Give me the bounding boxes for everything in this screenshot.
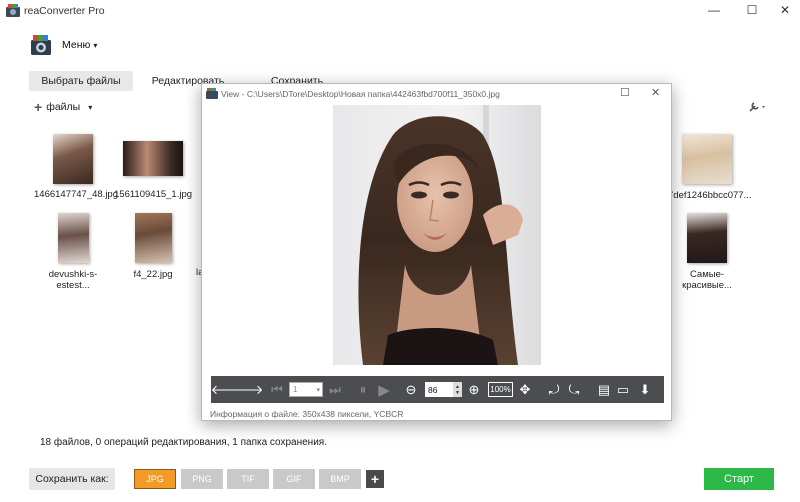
start-button[interactable]: Старт: [704, 468, 774, 490]
actual-size-button[interactable]: 100%: [488, 382, 513, 397]
format-tif-button[interactable]: TIF: [227, 469, 269, 489]
play-icon[interactable]: ▶: [377, 376, 391, 403]
viewer-close-icon[interactable]: ✕: [651, 86, 660, 99]
chevron-down-icon: ▾: [88, 102, 93, 112]
print-icon[interactable]: ▭: [616, 376, 630, 403]
thumbnail-image: [123, 141, 183, 176]
menu-chevron-down-icon: ▾: [93, 40, 98, 50]
maximize-button[interactable]: ☐: [735, 0, 769, 20]
viewer-title-bar: View - C:\Users\DTore\Desktop\Новая папк…: [202, 84, 671, 104]
viewer-toolbar: 🡐 🡒 ⏮ 1 ▾ ⏭ ⏸ ▶ ⊖ 86 ▲ ▼ ⊕ 100% ✥ ⤾ ⤿ ▤ ▭…: [211, 376, 664, 403]
thumbnail-label: 7def1246bbcc077...: [668, 190, 752, 201]
minimize-button[interactable]: —: [697, 0, 731, 20]
close-button[interactable]: ✕: [768, 0, 800, 20]
rotate-left-icon[interactable]: ⤾: [547, 376, 561, 403]
thumbnail-image: [134, 213, 172, 263]
thumbnail-image: [53, 134, 93, 184]
image-viewer-dialog: View - C:\Users\DTore\Desktop\Новая папк…: [201, 83, 672, 421]
minimize-icon: —: [708, 3, 720, 17]
thumbnail-item[interactable]: 1561109415_1.jpg: [114, 141, 192, 200]
thumbnail-label: Самые-красивые...: [682, 269, 732, 291]
page-select[interactable]: 1 ▾: [289, 382, 323, 397]
zoom-stepper[interactable]: ▲ ▼: [453, 382, 462, 397]
first-page-icon[interactable]: ⏮: [271, 376, 283, 403]
viewer-title: View - C:\Users\DTore\Desktop\Новая папк…: [221, 89, 500, 99]
status-text: 18 файлов, 0 операций редактирования, 1 …: [40, 437, 327, 448]
wrench-icon[interactable]: [748, 101, 768, 116]
tab-select-files[interactable]: Выбрать файлы: [29, 71, 133, 91]
thumbnail-item[interactable]: devushki-s-estest...: [34, 213, 112, 291]
add-format-button[interactable]: +: [366, 470, 384, 488]
viewer-image: [333, 105, 541, 365]
copy-icon[interactable]: ▤: [597, 376, 611, 403]
plus-icon: +: [34, 99, 43, 115]
thumbnail-image: [687, 213, 727, 263]
close-icon: ✕: [779, 3, 791, 17]
chevron-down-icon: ▾: [316, 386, 320, 394]
fit-to-window-icon[interactable]: ✥: [518, 376, 532, 403]
arrow-right-icon[interactable]: 🡒: [229, 376, 264, 403]
thumbnail-item[interactable]: 1466147747_48.jpg: [34, 134, 119, 200]
app-title: reaConverter Pro: [24, 5, 105, 17]
maximize-icon: ☐: [746, 3, 758, 17]
file-info-text: Информация о файле: 350x438 пиксели, YCB…: [210, 409, 404, 419]
page-select-value: 1: [293, 385, 298, 394]
format-gif-button[interactable]: GIF: [273, 469, 315, 489]
zoom-in-icon[interactable]: ⊕: [468, 376, 480, 403]
format-png-button[interactable]: PNG: [181, 469, 223, 489]
pause-icon[interactable]: ⏸: [357, 376, 369, 403]
format-jpg-button[interactable]: JPG: [134, 469, 176, 489]
thumbnail-image: [682, 134, 732, 184]
rotate-right-icon[interactable]: ⤿: [567, 376, 581, 403]
zoom-out-icon[interactable]: ⊖: [405, 376, 417, 403]
last-page-icon[interactable]: ⏭: [329, 376, 341, 403]
thumbnail-item[interactable]: Самые-красивые...: [668, 213, 746, 291]
add-files-button[interactable]: + файлы ▾: [34, 99, 93, 115]
viewer-app-icon: [206, 88, 218, 99]
save-as-button[interactable]: Сохранить как:: [29, 468, 115, 490]
download-icon[interactable]: ⬇: [638, 376, 652, 403]
thumbnail-label: devushki-s-estest...: [48, 269, 98, 291]
app-menu-logo-icon: [31, 35, 51, 55]
viewer-maximize-icon[interactable]: ☐: [620, 86, 630, 99]
app-logo-icon: [6, 4, 20, 17]
thumbnail-label: 1466147747_48.jpg: [34, 189, 119, 200]
zoom-input[interactable]: 86: [425, 382, 453, 397]
title-bar: reaConverter Pro — ☐ ✕: [0, 0, 800, 22]
add-files-label: файлы: [46, 101, 81, 113]
main-menu-button[interactable]: Меню ▾: [30, 34, 97, 56]
thumbnail-label: f4_22.jpg: [133, 269, 173, 280]
thumbnail-item[interactable]: 7def1246bbcc077...: [668, 134, 752, 201]
format-bmp-button[interactable]: BMP: [319, 469, 361, 489]
thumbnail-image: [57, 213, 89, 263]
thumbnail-item[interactable]: f4_22.jpg: [114, 213, 192, 280]
thumbnail-label: 1561109415_1.jpg: [114, 189, 193, 200]
menu-label: Меню: [62, 39, 91, 51]
